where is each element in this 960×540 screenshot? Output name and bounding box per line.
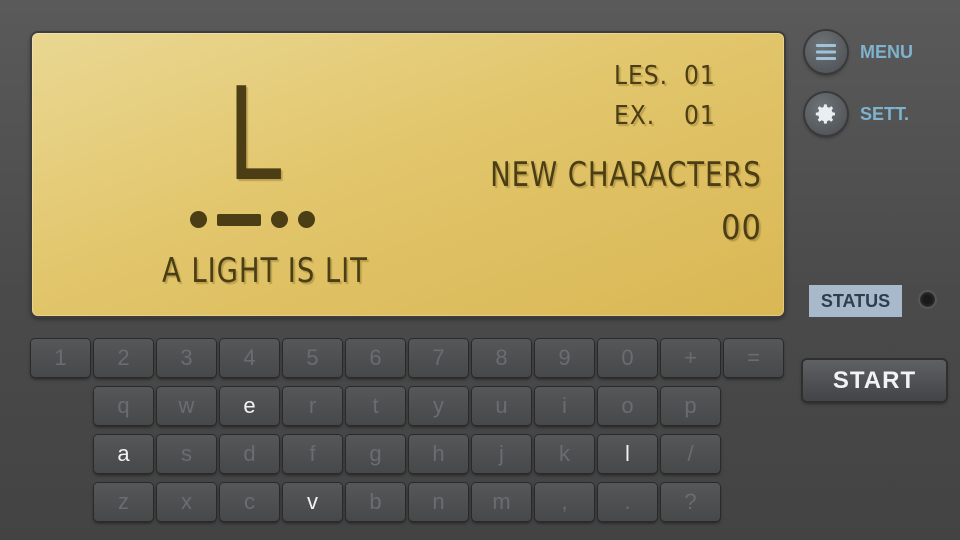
key-s[interactable]: s: [157, 435, 216, 473]
gear-icon: [815, 104, 835, 124]
key-8[interactable]: 8: [472, 339, 531, 377]
key-=[interactable]: =: [724, 339, 783, 377]
key-7[interactable]: 7: [409, 339, 468, 377]
key-h[interactable]: h: [409, 435, 468, 473]
key-k[interactable]: k: [535, 435, 594, 473]
status-badge: STATUS: [809, 285, 902, 317]
lcd-display: L A LIGHT IS LIT LES. 01 EX. 01 NEW CHAR…: [32, 33, 784, 316]
key-.[interactable]: .: [598, 483, 657, 521]
key-z[interactable]: z: [94, 483, 153, 521]
key-v[interactable]: v: [283, 483, 342, 521]
key-w[interactable]: w: [157, 387, 216, 425]
new-characters-count: 00: [721, 208, 762, 248]
key-e[interactable]: e: [220, 387, 279, 425]
key-1[interactable]: 1: [31, 339, 90, 377]
key-x[interactable]: x: [157, 483, 216, 521]
exercise-label: EX.: [614, 101, 656, 131]
start-button[interactable]: START: [803, 360, 946, 401]
new-characters-label: NEW CHARACTERS: [490, 155, 762, 195]
key-p[interactable]: p: [661, 387, 720, 425]
key-9[interactable]: 9: [535, 339, 594, 377]
key-m[interactable]: m: [472, 483, 531, 521]
menu-button[interactable]: [805, 31, 847, 73]
lesson-label: LES.: [614, 61, 669, 91]
settings-button[interactable]: [805, 93, 847, 135]
exercise-value: 01: [684, 101, 716, 131]
key-d[interactable]: d: [220, 435, 279, 473]
morse-code: [190, 211, 315, 228]
key-b[interactable]: b: [346, 483, 405, 521]
key-3[interactable]: 3: [157, 339, 216, 377]
key-6[interactable]: 6: [346, 339, 405, 377]
morse-dash: [217, 213, 261, 226]
key-g[interactable]: g: [346, 435, 405, 473]
key-y[interactable]: y: [409, 387, 468, 425]
key-?[interactable]: ?: [661, 483, 720, 521]
lesson-value: 01: [684, 61, 716, 91]
key-+[interactable]: +: [661, 339, 720, 377]
key-c[interactable]: c: [220, 483, 279, 521]
key-f[interactable]: f: [283, 435, 342, 473]
character-mnemonic: A LIGHT IS LIT: [162, 251, 368, 291]
menu-label[interactable]: MENU: [860, 42, 913, 63]
key-u[interactable]: u: [472, 387, 531, 425]
morse-dot: [271, 211, 288, 228]
key-5[interactable]: 5: [283, 339, 342, 377]
key-2[interactable]: 2: [94, 339, 153, 377]
key-t[interactable]: t: [346, 387, 405, 425]
key-0[interactable]: 0: [598, 339, 657, 377]
key-j[interactable]: j: [472, 435, 531, 473]
morse-dot: [190, 211, 207, 228]
settings-label[interactable]: SETT.: [860, 104, 909, 125]
key-n[interactable]: n: [409, 483, 468, 521]
key-q[interactable]: q: [94, 387, 153, 425]
morse-dot: [298, 211, 315, 228]
hamburger-icon: [816, 44, 836, 60]
current-character: L: [226, 61, 283, 210]
key-o[interactable]: o: [598, 387, 657, 425]
key-r[interactable]: r: [283, 387, 342, 425]
key-4[interactable]: 4: [220, 339, 279, 377]
key-,[interactable]: ,: [535, 483, 594, 521]
status-indicator-light: [920, 292, 935, 307]
key-i[interactable]: i: [535, 387, 594, 425]
key-/[interactable]: /: [661, 435, 720, 473]
key-l[interactable]: l: [598, 435, 657, 473]
key-a[interactable]: a: [94, 435, 153, 473]
